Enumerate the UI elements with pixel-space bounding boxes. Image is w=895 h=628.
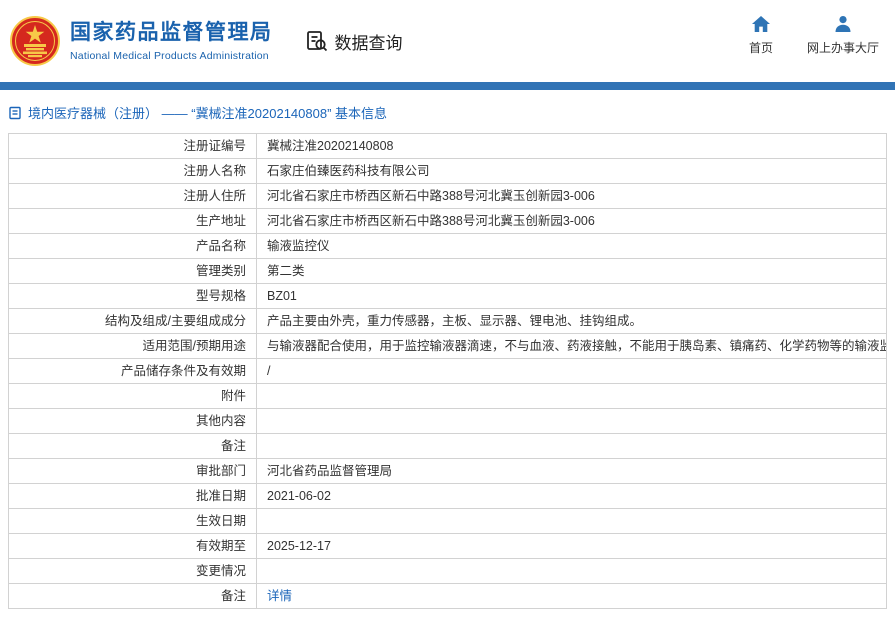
row-label: 批准日期	[8, 483, 257, 509]
header: 国家药品监督管理局 National Medical Products Admi…	[0, 0, 895, 82]
agency-titles: 国家药品监督管理局 National Medical Products Admi…	[70, 20, 273, 61]
row-label: 审批部门	[8, 458, 257, 484]
table-row: 批准日期 2021-06-02	[8, 483, 887, 509]
table-row: 备注	[8, 433, 887, 459]
row-label: 备注	[8, 583, 257, 609]
row-value: 河北省药品监督管理局	[256, 458, 887, 484]
header-right-nav: 首页 网上办事大厅	[749, 14, 879, 56]
row-value: 产品主要由外壳，重力传感器，主板、显示器、锂电池、挂钩组成。	[256, 308, 887, 334]
row-value: 河北省石家庄市桥西区新石中路388号河北冀玉创新园3-006	[256, 183, 887, 209]
row-value: 石家庄伯臻医药科技有限公司	[256, 158, 887, 184]
row-label: 生效日期	[8, 508, 257, 534]
table-row: 备注 详情	[8, 583, 887, 609]
nav-service-hall-label: 网上办事大厅	[806, 41, 879, 55]
row-label: 注册人住所	[8, 183, 257, 209]
agency-subtitle: National Medical Products Administration	[70, 49, 269, 62]
row-label: 变更情况	[8, 558, 257, 584]
nav-data-query[interactable]: 数据查询	[305, 29, 403, 54]
row-label: 适用范围/预期用途	[8, 333, 257, 359]
page: 国家药品监督管理局 National Medical Products Admi…	[0, 0, 895, 609]
agency-title: 国家药品监督管理局	[70, 21, 273, 45]
table-row: 注册证编号 冀械注准20202140808	[8, 133, 887, 159]
document-icon	[9, 106, 21, 119]
row-value: 河北省石家庄市桥西区新石中路388号河北冀玉创新园3-006	[256, 208, 887, 234]
home-icon	[751, 16, 770, 32]
table-row: 生产地址 河北省石家庄市桥西区新石中路388号河北冀玉创新园3-006	[8, 208, 887, 234]
row-value	[256, 408, 887, 434]
row-value: 第二类	[256, 258, 887, 284]
row-value: 2025-12-17	[256, 533, 887, 559]
row-label: 管理类别	[8, 258, 257, 284]
table-row: 产品储存条件及有效期 /	[8, 358, 887, 384]
nav-home-label: 首页	[748, 41, 773, 55]
row-label: 产品名称	[8, 233, 257, 259]
user-icon	[835, 16, 851, 32]
table-row: 有效期至 2025-12-17	[8, 533, 887, 559]
row-label: 注册人名称	[8, 158, 257, 184]
row-value: BZ01	[256, 283, 887, 309]
table-row: 附件	[8, 383, 887, 409]
table-row: 产品名称 输液监控仪	[8, 233, 887, 259]
table-row: 管理类别 第二类	[8, 258, 887, 284]
row-value: /	[256, 358, 887, 384]
nav-data-query-label: 数据查询	[334, 33, 403, 53]
row-label: 生产地址	[8, 208, 257, 234]
row-label: 注册证编号	[8, 133, 257, 159]
row-value	[256, 433, 887, 459]
row-value	[256, 508, 887, 534]
agency-logo[interactable]: 国家药品监督管理局 National Medical Products Admi…	[10, 16, 273, 66]
row-value	[256, 558, 887, 584]
row-label: 附件	[8, 383, 257, 409]
breadcrumb-text: 境内医疗器械（注册） —— “冀械注准20202140808” 基本信息	[28, 106, 388, 121]
row-value: 2021-06-02	[256, 483, 887, 509]
row-value: 详情	[256, 583, 887, 609]
table-row: 审批部门 河北省药品监督管理局	[8, 458, 887, 484]
info-table-body: 注册证编号 冀械注准20202140808 注册人名称 石家庄伯臻医药科技有限公…	[8, 133, 887, 609]
national-emblem-icon	[10, 16, 60, 66]
row-label: 结构及组成/主要组成成分	[8, 308, 257, 334]
row-value: 冀械注准20202140808	[256, 133, 887, 159]
table-row: 变更情况	[8, 558, 887, 584]
data-query-icon	[306, 31, 327, 52]
row-label: 备注	[8, 433, 257, 459]
row-label: 有效期至	[8, 533, 257, 559]
table-row: 其他内容	[8, 408, 887, 434]
table-row: 适用范围/预期用途 与输液器配合使用，用于监控输液器滴速，不与血液、药液接触，不…	[8, 333, 887, 359]
table-row: 结构及组成/主要组成成分 产品主要由外壳，重力传感器，主板、显示器、锂电池、挂钩…	[8, 308, 887, 334]
row-value: 输液监控仪	[256, 233, 887, 259]
row-value: 与输液器配合使用，用于监控输液器滴速，不与血液、药液接触，不能用于胰岛素、镇痛药…	[256, 333, 887, 359]
row-label: 型号规格	[8, 283, 257, 309]
table-row: 注册人名称 石家庄伯臻医药科技有限公司	[8, 158, 887, 184]
breadcrumb: 境内医疗器械（注册） —— “冀械注准20202140808” 基本信息	[0, 90, 895, 133]
table-row: 注册人住所 河北省石家庄市桥西区新石中路388号河北冀玉创新园3-006	[8, 183, 887, 209]
table-row: 型号规格 BZ01	[8, 283, 887, 309]
header-divider	[0, 82, 895, 90]
table-row: 生效日期	[8, 508, 887, 534]
nav-home[interactable]: 首页	[749, 14, 773, 56]
detail-link[interactable]: 详情	[267, 589, 292, 603]
row-label: 其他内容	[8, 408, 257, 434]
info-table: 注册证编号 冀械注准20202140808 注册人名称 石家庄伯臻医药科技有限公…	[8, 133, 887, 609]
row-value	[256, 383, 887, 409]
row-label: 产品储存条件及有效期	[8, 358, 257, 384]
nav-service-hall[interactable]: 网上办事大厅	[807, 14, 879, 56]
